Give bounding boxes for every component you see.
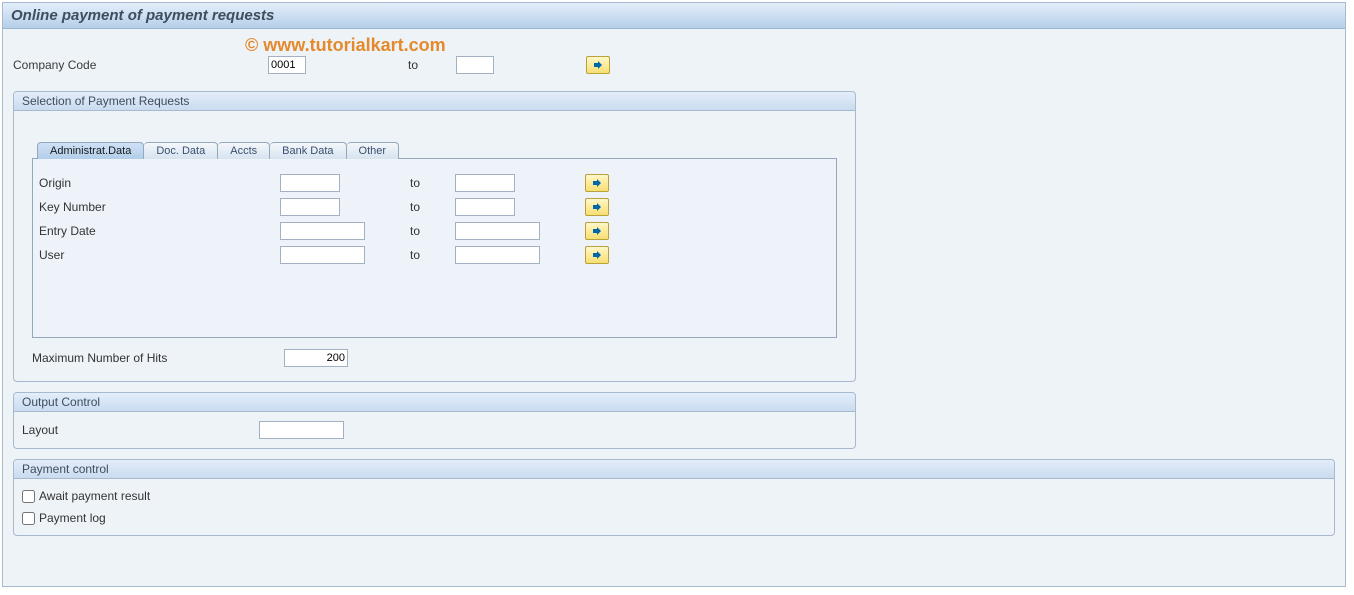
origin-from-input[interactable] <box>280 174 340 192</box>
selection-groupbox: Selection of Payment Requests Administra… <box>13 91 856 382</box>
key-number-from-input[interactable] <box>280 198 340 216</box>
entry-date-to-label: to <box>410 224 455 238</box>
origin-to-label: to <box>410 176 455 190</box>
await-payment-checkbox[interactable] <box>22 490 35 503</box>
key-number-to-label: to <box>410 200 455 214</box>
output-control-legend: Output Control <box>14 393 855 412</box>
user-label: User <box>33 248 280 262</box>
payment-control-groupbox: Payment control Await payment result Pay… <box>13 459 1335 536</box>
arrow-right-icon <box>591 177 603 189</box>
max-hits-input[interactable] <box>284 349 348 367</box>
tab-bank-data[interactable]: Bank Data <box>270 142 346 159</box>
arrow-right-icon <box>591 249 603 261</box>
user-more-button[interactable] <box>585 246 609 264</box>
tab-administrat-data[interactable]: Administrat.Data <box>37 142 144 159</box>
company-code-row: Company Code to <box>13 54 1335 76</box>
company-code-to-input[interactable] <box>456 56 494 74</box>
main-panel: Online payment of payment requests © www… <box>2 2 1346 587</box>
layout-label: Layout <box>22 423 259 437</box>
entry-date-to-input[interactable] <box>455 222 540 240</box>
key-number-to-input[interactable] <box>455 198 515 216</box>
entry-date-from-input[interactable] <box>280 222 365 240</box>
tab-doc-data[interactable]: Doc. Data <box>144 142 218 159</box>
output-control-groupbox: Output Control Layout <box>13 392 856 449</box>
arrow-right-icon <box>591 225 603 237</box>
entry-date-more-button[interactable] <box>585 222 609 240</box>
selection-legend: Selection of Payment Requests <box>14 92 855 111</box>
user-from-input[interactable] <box>280 246 365 264</box>
origin-label: Origin <box>33 176 280 190</box>
payment-log-checkbox[interactable] <box>22 512 35 525</box>
tab-other[interactable]: Other <box>347 142 400 159</box>
tab-strip: Administrat.Data Doc. Data Accts Bank Da… <box>37 139 847 159</box>
row-entry-date: Entry Date to <box>33 219 836 243</box>
key-number-label: Key Number <box>33 200 280 214</box>
company-code-label: Company Code <box>13 58 268 72</box>
row-key-number: Key Number to <box>33 195 836 219</box>
payment-control-legend: Payment control <box>14 460 1334 479</box>
arrow-right-icon <box>592 59 604 71</box>
key-number-more-button[interactable] <box>585 198 609 216</box>
tab-accts[interactable]: Accts <box>218 142 270 159</box>
page-title: Online payment of payment requests <box>3 3 1345 29</box>
user-to-label: to <box>410 248 455 262</box>
await-payment-label: Await payment result <box>39 489 150 503</box>
layout-input[interactable] <box>259 421 344 439</box>
tab-panel: Origin to Key Number to <box>32 158 837 338</box>
payment-log-label: Payment log <box>39 511 106 525</box>
origin-more-button[interactable] <box>585 174 609 192</box>
max-hits-row: Maximum Number of Hits <box>32 349 837 367</box>
company-code-to-label: to <box>408 58 456 72</box>
max-hits-label: Maximum Number of Hits <box>32 351 284 365</box>
company-code-more-button[interactable] <box>586 56 610 74</box>
entry-date-label: Entry Date <box>33 224 280 238</box>
row-origin: Origin to <box>33 171 836 195</box>
user-to-input[interactable] <box>455 246 540 264</box>
company-code-input[interactable] <box>268 56 306 74</box>
origin-to-input[interactable] <box>455 174 515 192</box>
arrow-right-icon <box>591 201 603 213</box>
row-user: User to <box>33 243 836 267</box>
